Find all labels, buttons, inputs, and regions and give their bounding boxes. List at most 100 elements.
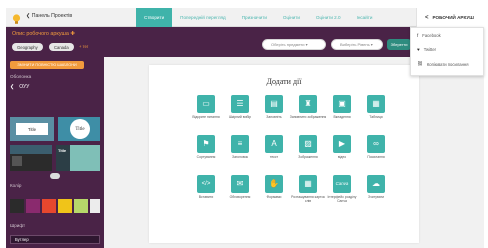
activity-image[interactable]: ▨ Зображення	[293, 135, 323, 169]
color-swatch-white[interactable]	[90, 199, 100, 213]
image-icon: ▨	[299, 135, 317, 153]
activity-label: Розташування карток слів	[291, 195, 325, 204]
level-select[interactable]: Виберіть Рівень ▾	[331, 39, 383, 50]
activity-label: Вкладення	[333, 115, 351, 119]
video-icon: ▶	[333, 135, 351, 153]
app-window: ❮ Панель Проектів Створити Попередній пе…	[0, 0, 488, 248]
share-icon: <	[425, 14, 429, 21]
activity-video[interactable]: ▶ відео	[327, 135, 357, 169]
tab-create[interactable]: Створити	[136, 8, 173, 27]
activity-fill-in[interactable]: ▤ Заповніть	[259, 95, 289, 129]
activity-label: Шкірний вибір	[228, 115, 252, 119]
share-facebook-item[interactable]: f Facebook	[417, 33, 441, 38]
theme-tile-1[interactable]: Title	[10, 117, 54, 141]
tag-chip-canada[interactable]: Canada	[49, 43, 74, 51]
activity-multiple-choice[interactable]: ☰ Шкірний вибір	[225, 95, 255, 129]
share-label: РОБОЧИЙ АРКУШ	[432, 15, 474, 20]
color-swatch-yellow[interactable]	[58, 199, 72, 213]
shell-section-title: Оболонка	[10, 74, 32, 79]
theme-tile-3[interactable]	[10, 145, 52, 171]
copy-link-item[interactable]: ⛓ Копіювати посилання	[417, 61, 468, 67]
activity-forms[interactable]: ✋ Формами	[259, 175, 289, 209]
color-swatch-green[interactable]	[74, 199, 88, 213]
add-tag-link[interactable]: + тег	[79, 44, 88, 49]
activity-label: текст	[269, 155, 279, 159]
font-heading: Шрифт	[10, 223, 26, 228]
activity-embed[interactable]: </> Вставити	[191, 175, 221, 209]
share-dropdown-menu: f Facebook ♥ Twitter ⛓ Копіювати посилан…	[410, 27, 484, 76]
tab-preview[interactable]: Попередній перегляд	[172, 8, 234, 27]
discussion-icon: ✉	[231, 175, 249, 193]
color-swatch-plum[interactable]	[26, 199, 40, 213]
activity-label: Обговорення	[229, 195, 251, 199]
activity-label: Зображення	[298, 155, 318, 159]
theme-tile-2-title: Title	[70, 119, 90, 139]
activity-discussion[interactable]: ✉ Обговорення	[225, 175, 255, 209]
tab-assign[interactable]: Призначити	[234, 8, 275, 27]
activity-link[interactable]: ∞ Посилання	[361, 135, 391, 169]
activity-label: Заповнити зображення	[289, 115, 327, 119]
color-swatch-red[interactable]	[42, 199, 56, 213]
color-heading: Колір	[10, 183, 22, 188]
embed-code-icon: </>	[197, 175, 215, 193]
activity-attachment[interactable]: ▣ Вкладення	[327, 95, 357, 129]
theme-tile-1-title: Title	[16, 123, 48, 135]
fill-image-icon: ♜	[299, 95, 317, 113]
canva-icon: Canva	[333, 175, 351, 193]
activity-label: Вставити	[198, 195, 214, 199]
activity-label: Зчитувати	[367, 195, 385, 199]
activity-canva[interactable]: Canva Інтерфейс розділу Canva	[327, 175, 357, 209]
activity-text[interactable]: A текст	[259, 135, 289, 169]
activity-label: Заголовок	[232, 155, 248, 159]
theme-tile-3-band	[10, 145, 52, 154]
tab-grade-2[interactable]: Оцінити 2.0	[308, 8, 349, 27]
worksheet-canvas: Додати дії ▭ Відкрите питання ☰ Шкірний …	[149, 65, 419, 243]
activity-sorting[interactable]: ⚑ Сортування	[191, 135, 221, 169]
copy-link-label: Копіювати посилання	[426, 61, 469, 67]
share-twitter-item[interactable]: ♥ Twitter	[417, 47, 436, 52]
facebook-icon: f	[417, 33, 419, 38]
activity-label: Посилання	[367, 155, 385, 159]
tiles-scroll-handle[interactable]	[50, 173, 60, 179]
activity-fill-image[interactable]: ♜ Заповнити зображення	[290, 95, 326, 129]
top-tabs: Створити Попередній перегляд Призначити …	[136, 8, 380, 27]
tab-grade[interactable]: Оцінити	[275, 8, 308, 27]
color-swatch-black[interactable]	[10, 199, 24, 213]
back-to-dashboard-link[interactable]: ❮ Панель Проектів	[26, 13, 72, 19]
sorting-icon: ⚑	[197, 135, 215, 153]
word-cards-icon: ▦	[299, 175, 317, 193]
chevron-left-icon: ❮	[10, 84, 15, 90]
activity-table[interactable]: ▦ Таблиця	[361, 95, 391, 129]
work-area: Додати дії ▭ Відкрите питання ☰ Шкірний …	[104, 57, 484, 248]
text-icon: A	[265, 135, 283, 153]
activity-read[interactable]: ☁ Зчитувати	[361, 175, 391, 209]
theme-tile-4-title: Title	[58, 148, 67, 153]
activity-word-cards[interactable]: ▦ Розташування карток слів	[291, 175, 325, 209]
theme-tile-4[interactable]: Title	[56, 145, 100, 171]
activity-heading[interactable]: ≡ Заголовок	[225, 135, 255, 169]
activity-label: Формами	[266, 195, 282, 199]
share-worksheet-button[interactable]: < РОБОЧИЙ АРКУШ	[416, 8, 488, 27]
change-template-button[interactable]: ЗМІНИТИ ПОВНІСТЮ ШАБЛОНИ	[10, 61, 84, 69]
save-button[interactable]: Зберегти	[387, 39, 411, 50]
worksheet-description[interactable]: Опис робочого аркуша ✚	[12, 31, 75, 37]
activity-label: відео	[337, 155, 347, 159]
activity-label: Сортування	[196, 155, 216, 159]
heading-icon: ≡	[231, 135, 249, 153]
link-icon: ∞	[367, 135, 385, 153]
top-bar: ❮ Панель Проектів Створити Попередній пе…	[6, 8, 488, 27]
sidebar-back-button[interactable]: ❮ ОУУ	[10, 84, 29, 90]
font-select[interactable]: Бутлер	[10, 235, 100, 244]
activity-label: Заповніть	[266, 115, 282, 119]
share-twitter-label: Twitter	[423, 47, 437, 52]
tab-insights[interactable]: Інсайти	[349, 8, 381, 27]
open-question-icon: ▭	[197, 95, 215, 113]
table-icon: ▦	[367, 95, 385, 113]
theme-tile-2[interactable]: Title	[58, 117, 100, 141]
lightbulb-logo-icon	[12, 12, 21, 24]
tag-chip-geography[interactable]: Geography	[12, 43, 43, 51]
subject-select[interactable]: Оберіть предмети ▾	[262, 39, 326, 50]
forms-icon: ✋	[265, 175, 283, 193]
activity-open-question[interactable]: ▭ Відкрите питання	[191, 95, 221, 129]
fill-in-icon: ▤	[265, 95, 283, 113]
